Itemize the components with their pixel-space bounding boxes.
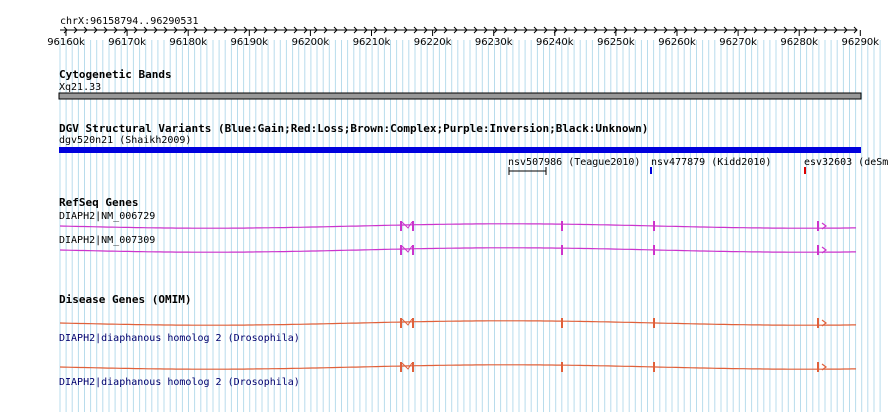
ruler-tick-label: 96280k bbox=[780, 37, 818, 48]
gene-exon bbox=[400, 221, 402, 231]
gene-exon bbox=[817, 362, 819, 372]
ruler-tick-label: 96230k bbox=[475, 37, 513, 48]
gene-exon bbox=[653, 318, 655, 328]
gene-exon bbox=[561, 318, 563, 328]
ruler-tick-label: 96200k bbox=[292, 37, 330, 48]
ruler-tick-label: 96190k bbox=[230, 37, 268, 48]
refseq-gene-label: DIAPH2|NM_007309 bbox=[59, 235, 155, 246]
gene-exon bbox=[817, 245, 819, 255]
gene-exon bbox=[561, 362, 563, 372]
ruler-tick-label: 96270k bbox=[719, 37, 757, 48]
gene-exon bbox=[817, 221, 819, 231]
gene-exon bbox=[400, 245, 402, 255]
ruler-tick-label: 96250k bbox=[597, 37, 635, 48]
cytoband-label: Xq21.33 bbox=[59, 82, 101, 93]
dgv-item-label: nsv507986 (Teague2010) bbox=[508, 157, 640, 168]
ruler[interactable]: 96160k 96170k 96180k 96190k 96200k 96210k 9622… bbox=[47, 26, 879, 48]
dgv-item-label: nsv477879 (Kidd2010) bbox=[651, 157, 771, 168]
gene-exon bbox=[412, 245, 414, 255]
ruler-range-label: chrX:96158794..96290531 bbox=[60, 16, 198, 27]
ruler-tick-label: 96260k bbox=[658, 37, 696, 48]
dgv-variant-gain-mark[interactable] bbox=[650, 167, 652, 174]
gene-exon bbox=[653, 245, 655, 255]
gene-exon bbox=[561, 245, 563, 255]
gene-exon bbox=[412, 318, 414, 328]
cytoband-bar[interactable] bbox=[58, 92, 862, 100]
gene-exon bbox=[561, 221, 563, 231]
ruler-tick-label: 96210k bbox=[353, 37, 391, 48]
gene-exon bbox=[400, 318, 402, 328]
gene-exon bbox=[412, 362, 414, 372]
gene-exon bbox=[653, 221, 655, 231]
omim-track-title: Disease Genes (OMIM) bbox=[59, 293, 191, 306]
gene-exon bbox=[817, 318, 819, 328]
refseq-track-title: RefSeq Genes bbox=[59, 196, 138, 209]
dgv-variant-unknown[interactable] bbox=[508, 167, 547, 175]
ruler-tick-label: 96220k bbox=[414, 37, 452, 48]
refseq-gene-label: DIAPH2|NM_006729 bbox=[59, 211, 155, 222]
omim-gene-label[interactable]: DIAPH2|diaphanous homolog 2 (Drosophila) bbox=[59, 377, 300, 388]
ruler-tick-label: 96290k bbox=[841, 37, 879, 48]
dgv-variant-loss-mark[interactable] bbox=[804, 167, 806, 174]
gene-exon bbox=[400, 362, 402, 372]
gene-exon bbox=[412, 221, 414, 231]
gene-exon bbox=[653, 362, 655, 372]
dgv-variant-gain-bar[interactable] bbox=[59, 147, 861, 153]
ruler-tick-label: 96240k bbox=[536, 37, 574, 48]
dgv-item-label: dgv520n21 (Shaikh2009) bbox=[59, 135, 191, 146]
ruler-tick-label: 96160k bbox=[47, 37, 85, 48]
dgv-track-title: DGV Structural Variants (Blue:Gain;Red:L… bbox=[59, 122, 648, 135]
genome-browser-canvas[interactable]: chrX:96158794..96290531 96160k 96170k 9618… bbox=[0, 0, 890, 412]
cytoband-track-title: Cytogenetic Bands bbox=[59, 68, 172, 81]
omim-gene-label[interactable]: DIAPH2|diaphanous homolog 2 (Drosophila) bbox=[59, 333, 300, 344]
ruler-tick-label: 96170k bbox=[108, 37, 146, 48]
dgv-item-label: esv32603 (deSm bbox=[804, 157, 888, 168]
ruler-tick-label: 96180k bbox=[169, 37, 207, 48]
